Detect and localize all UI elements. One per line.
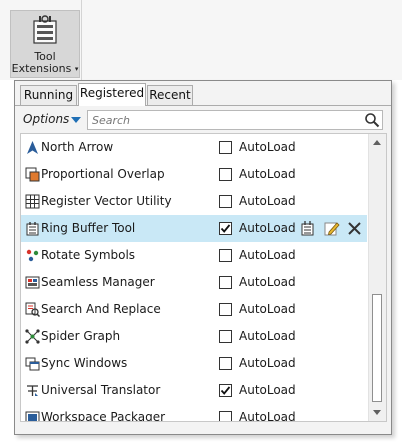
grid-icon: [25, 194, 40, 209]
extension-name: North Arrow: [41, 140, 114, 154]
translator-icon: [27, 385, 38, 396]
search-icon[interactable]: [364, 112, 380, 128]
extension-name: Seamless Manager: [41, 275, 155, 289]
autoload-label: AutoLoad: [239, 248, 296, 262]
edit-icon[interactable]: [323, 220, 340, 237]
autoload-checkbox[interactable]: [219, 303, 232, 316]
extension-name: Ring Buffer Tool: [41, 221, 136, 235]
list-item[interactable]: Register Vector Utility AutoLoad: [21, 188, 367, 215]
tab-running[interactable]: Running: [20, 85, 77, 105]
overlap-icon: [25, 167, 40, 182]
autoload-label: AutoLoad: [239, 302, 296, 316]
list-item[interactable]: Workspace Packager AutoLoad: [21, 404, 367, 422]
scroll-down-icon[interactable]: [373, 410, 381, 415]
autoload-label: AutoLoad: [239, 140, 296, 154]
spider-graph-icon: [25, 329, 40, 344]
rotate-symbols-icon: [26, 249, 39, 262]
vertical-scrollbar[interactable]: [368, 134, 386, 421]
sync-windows-icon: [25, 357, 40, 371]
autoload-label: AutoLoad: [239, 167, 296, 181]
extension-name: Sync Windows: [41, 356, 128, 370]
tab-strip-line: [15, 105, 391, 106]
extension-name: Workspace Packager: [41, 410, 166, 422]
autoload-label: AutoLoad: [239, 275, 296, 289]
autoload-label: AutoLoad: [239, 221, 296, 235]
extensions-list: North Arrow AutoLoad Proportional Overla…: [20, 133, 387, 422]
extension-name: Spider Graph: [41, 329, 121, 343]
extension-name: Register Vector Utility: [41, 194, 172, 208]
unregister-icon[interactable]: [346, 220, 363, 237]
tool-icon: [26, 222, 39, 236]
list-item[interactable]: Rotate Symbols AutoLoad: [21, 242, 367, 269]
chevron-down-icon: ▾: [74, 65, 79, 73]
list-item[interactable]: Proportional Overlap AutoLoad: [21, 161, 367, 188]
list-item[interactable]: North Arrow AutoLoad: [21, 134, 367, 161]
tool-extensions-popup: Running Registered Recent Options North …: [14, 80, 392, 435]
ribbon: Tool Extensions ▾: [0, 0, 402, 80]
search-input[interactable]: [88, 111, 364, 129]
extension-name: Universal Translator: [41, 383, 161, 397]
autoload-checkbox[interactable]: [219, 195, 232, 208]
packager-icon: [25, 411, 40, 421]
options-dropdown-icon[interactable]: [71, 117, 81, 123]
autoload-label: AutoLoad: [239, 410, 296, 422]
autoload-checkbox[interactable]: [219, 249, 232, 262]
scrollbar-thumb[interactable]: [372, 294, 382, 402]
tool-panel-icon[interactable]: [299, 220, 316, 237]
options-menu[interactable]: Options: [23, 112, 69, 126]
autoload-checkbox[interactable]: [219, 276, 232, 289]
north-arrow-icon: [27, 141, 38, 154]
list-item[interactable]: Search And Replace AutoLoad: [21, 296, 367, 323]
tool-extensions-icon: [33, 15, 57, 44]
autoload-checkbox-checked[interactable]: [219, 384, 232, 397]
tool-extensions-button[interactable]: Tool Extensions ▾: [10, 10, 80, 78]
autoload-label: AutoLoad: [239, 356, 296, 370]
tab-registered[interactable]: Registered: [78, 83, 146, 106]
autoload-label: AutoLoad: [239, 329, 296, 343]
extension-name: Rotate Symbols: [41, 248, 136, 262]
list-item[interactable]: Spider Graph AutoLoad: [21, 323, 367, 350]
autoload-checkbox[interactable]: [219, 141, 232, 154]
check-icon: [220, 386, 231, 395]
autoload-label: AutoLoad: [239, 383, 296, 397]
ribbon-separator: [81, 0, 82, 80]
list-item[interactable]: Sync Windows AutoLoad: [21, 350, 367, 377]
autoload-checkbox[interactable]: [219, 357, 232, 370]
scroll-up-icon[interactable]: [373, 140, 381, 145]
autoload-checkbox-checked[interactable]: [219, 222, 232, 235]
list-item[interactable]: Universal Translator AutoLoad: [21, 377, 367, 404]
extension-name: Proportional Overlap: [41, 167, 165, 181]
tab-recent[interactable]: Recent: [147, 85, 193, 105]
check-icon: [220, 224, 231, 233]
seamless-icon: [25, 276, 40, 289]
autoload-label: AutoLoad: [239, 194, 296, 208]
list-item[interactable]: Seamless Manager AutoLoad: [21, 269, 367, 296]
tool-extensions-label: Tool Extensions ▾: [11, 50, 79, 75]
autoload-checkbox[interactable]: [219, 168, 232, 181]
autoload-checkbox[interactable]: [219, 411, 232, 421]
autoload-checkbox[interactable]: [219, 330, 232, 343]
search-box[interactable]: [87, 110, 383, 130]
list-item-selected[interactable]: Ring Buffer Tool AutoLoad: [21, 215, 367, 242]
search-replace-icon: [25, 302, 40, 317]
extension-name: Search And Replace: [41, 302, 161, 316]
